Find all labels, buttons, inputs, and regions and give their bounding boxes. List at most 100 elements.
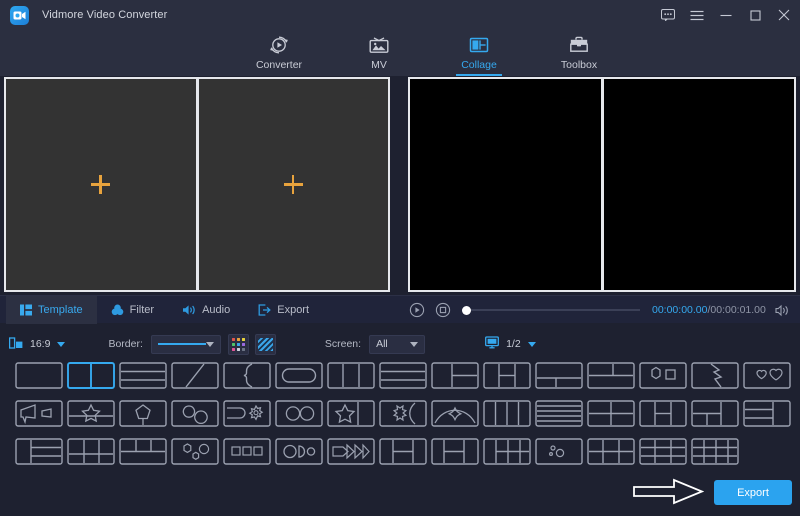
template-38-h-split[interactable] bbox=[374, 436, 431, 466]
border-color-button[interactable] bbox=[227, 333, 249, 355]
template-36-circle-row[interactable] bbox=[270, 436, 327, 466]
playback-slider[interactable] bbox=[462, 303, 640, 317]
tab-mv[interactable]: MV bbox=[348, 30, 410, 76]
template-7-three-columns[interactable] bbox=[322, 360, 379, 390]
template-29-tri-offset[interactable] bbox=[686, 398, 743, 428]
tab-collage[interactable]: Collage bbox=[448, 30, 510, 76]
template-25-four-columns[interactable] bbox=[478, 398, 535, 428]
add-media-cell-1[interactable] bbox=[6, 79, 196, 290]
template-20-gear[interactable] bbox=[218, 398, 275, 428]
template-14-zigzag[interactable] bbox=[686, 360, 743, 390]
template-21-double-circle[interactable] bbox=[270, 398, 327, 428]
feedback-icon[interactable] bbox=[660, 7, 676, 23]
template-28-quad-uneven[interactable] bbox=[634, 398, 691, 428]
play-icon[interactable] bbox=[408, 302, 425, 319]
template-11-bottom-two[interactable] bbox=[530, 360, 587, 390]
template-27-quad[interactable] bbox=[582, 398, 639, 428]
template-22-star-split[interactable] bbox=[322, 398, 379, 428]
template-9-left-two-right[interactable] bbox=[426, 360, 483, 390]
collage-editor-panel[interactable] bbox=[4, 77, 390, 292]
panels-area bbox=[0, 76, 800, 294]
template-17-star-band[interactable] bbox=[62, 398, 119, 428]
template-24-arc-diamond[interactable] bbox=[426, 398, 483, 428]
template-26-five-rows[interactable] bbox=[530, 398, 587, 428]
tab-converter[interactable]: Converter bbox=[248, 30, 310, 76]
window-controls bbox=[660, 0, 792, 30]
preview-cell-2 bbox=[600, 79, 794, 290]
border-label: Border: bbox=[108, 338, 143, 350]
template-1-single[interactable] bbox=[10, 360, 67, 390]
template-43-nine-grid[interactable] bbox=[634, 436, 691, 466]
title-bar: Vidmore Video Converter bbox=[0, 0, 800, 30]
preview-cell-1 bbox=[410, 79, 601, 290]
time-display: 00:00:00.00/00:00:01.00 bbox=[652, 304, 766, 316]
chevron-down-icon[interactable] bbox=[527, 341, 536, 347]
template-19-two-circles[interactable] bbox=[166, 398, 223, 428]
tab-template[interactable]: Template bbox=[6, 296, 97, 324]
add-media-cell-2[interactable] bbox=[195, 79, 388, 290]
template-15-two-hearts[interactable] bbox=[738, 360, 795, 390]
template-39-five-mixed[interactable] bbox=[426, 436, 483, 466]
aspect-ratio-control[interactable]: 16:9 bbox=[8, 336, 66, 353]
player-controls: 00:00:00.00/00:00:01.00 bbox=[408, 296, 800, 324]
chevron-down-icon[interactable] bbox=[205, 341, 214, 347]
tab-template-label: Template bbox=[38, 304, 83, 316]
template-13-hex-square[interactable] bbox=[634, 360, 691, 390]
screen-label: Screen: bbox=[324, 338, 362, 350]
template-34-three-shapes[interactable] bbox=[166, 436, 223, 466]
export-icon bbox=[258, 304, 271, 316]
template-33-two-top-wide[interactable] bbox=[114, 436, 171, 466]
audio-icon bbox=[182, 304, 196, 316]
app-window: Vidmore Video Converter Converter MV Col… bbox=[0, 0, 800, 516]
tab-audio-label: Audio bbox=[202, 304, 231, 316]
template-6-rounded-inset[interactable] bbox=[270, 360, 327, 390]
tab-filter[interactable]: Filter bbox=[97, 296, 168, 324]
border-style-select[interactable] bbox=[150, 334, 221, 354]
tab-toolbox[interactable]: Toolbox bbox=[548, 30, 610, 76]
aspect-ratio-value: 16:9 bbox=[30, 338, 51, 350]
preview-panel bbox=[408, 77, 796, 292]
template-23-burst[interactable] bbox=[374, 398, 431, 428]
template-41-bubbles[interactable] bbox=[530, 436, 587, 466]
chevron-down-icon[interactable] bbox=[57, 341, 66, 347]
slider-track bbox=[470, 309, 640, 311]
current-time: 00:00:00.00 bbox=[652, 304, 708, 316]
template-16-megaphone[interactable] bbox=[10, 398, 67, 428]
template-2-two-vertical[interactable] bbox=[62, 360, 119, 390]
template-32-three-bottom[interactable] bbox=[62, 436, 119, 466]
tab-audio[interactable]: Audio bbox=[168, 296, 244, 324]
preview-cells bbox=[410, 79, 794, 290]
maximize-icon[interactable] bbox=[747, 7, 763, 23]
template-18-pentagon[interactable] bbox=[114, 398, 171, 428]
editor-subbar: Template Filter Audio Export 00:00:00.00… bbox=[0, 295, 800, 324]
screen-select[interactable]: All bbox=[369, 334, 426, 354]
slider-thumb[interactable] bbox=[462, 305, 471, 315]
total-time: 00:00:01.00 bbox=[710, 304, 766, 316]
template-4-diagonal[interactable] bbox=[166, 360, 223, 390]
export-button[interactable]: Export bbox=[714, 480, 792, 505]
template-40-six-grid[interactable] bbox=[478, 436, 535, 466]
menu-icon[interactable] bbox=[689, 7, 705, 23]
template-35-three-squares[interactable] bbox=[218, 436, 275, 466]
template-30-two-rows-right[interactable] bbox=[738, 398, 795, 428]
tab-export-editor[interactable]: Export bbox=[244, 296, 323, 324]
template-8-three-rows[interactable] bbox=[374, 360, 431, 390]
template-5-arc-split[interactable] bbox=[218, 360, 275, 390]
plus-icon bbox=[283, 175, 303, 194]
template-42-six-even[interactable] bbox=[582, 436, 639, 466]
stop-icon[interactable] bbox=[434, 302, 451, 319]
close-icon[interactable] bbox=[776, 7, 792, 23]
minimize-icon[interactable] bbox=[718, 7, 734, 23]
volume-icon[interactable] bbox=[775, 304, 791, 317]
screen-page-control[interactable]: 1/2 bbox=[485, 336, 536, 352]
editor-tabs: Template Filter Audio Export bbox=[6, 296, 323, 324]
screen-value: All bbox=[376, 338, 388, 350]
template-10-left-right-split[interactable] bbox=[478, 360, 535, 390]
template-12-top-two[interactable] bbox=[582, 360, 639, 390]
border-pattern-button[interactable] bbox=[254, 333, 276, 355]
template-31-left-stack[interactable] bbox=[10, 436, 67, 466]
template-37-arrows[interactable] bbox=[322, 436, 379, 466]
template-3-three-horizontal[interactable] bbox=[114, 360, 171, 390]
template-44-twelve-grid[interactable] bbox=[686, 436, 743, 466]
chevron-down-icon[interactable] bbox=[410, 341, 419, 347]
